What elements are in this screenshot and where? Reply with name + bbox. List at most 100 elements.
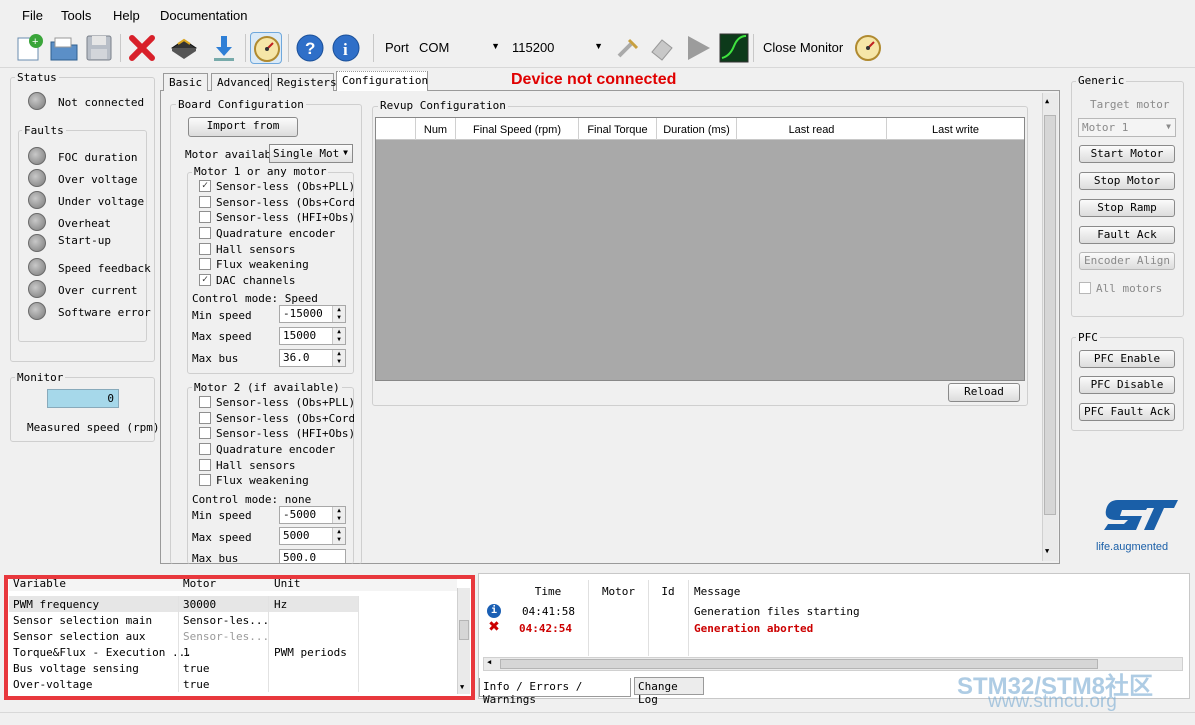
scroll-thumb[interactable] (1044, 115, 1056, 515)
download-icon[interactable] (208, 32, 240, 64)
tab-advanced[interactable]: Advanced (211, 73, 270, 91)
tab-basic[interactable]: Basic (163, 73, 208, 91)
scroll-left-icon[interactable]: ◀ (487, 658, 491, 666)
motor2-option-label: Sensor-less (HFI+Obs) (216, 427, 354, 440)
pfc-disable-button[interactable]: PFC Disable (1079, 376, 1175, 394)
motor2-max-speed-input[interactable]: 5000 ▲ ▼ (279, 527, 346, 545)
tab-info-errors[interactable]: Info / Errors / Warnings (479, 678, 631, 706)
motor2-option-checkbox[interactable] (199, 474, 211, 486)
oscilloscope-icon[interactable] (718, 32, 750, 64)
monitor-gauge-icon[interactable] (250, 32, 282, 64)
motor1-title: Motor 1 or any motor (192, 165, 329, 178)
menu-file[interactable]: File (22, 8, 43, 23)
highlight-box (4, 575, 475, 700)
reload-button[interactable]: Reload (948, 383, 1020, 402)
motor1-max-bus-input[interactable]: 36.0 ▲ ▼ (279, 349, 346, 367)
motor1-max-speed-value: 15000 (283, 329, 317, 342)
target-motor-select[interactable]: Motor 1 ▼ (1078, 118, 1176, 137)
motor1-min-speed-input[interactable]: -15000 ▲ ▼ (279, 305, 346, 323)
open-project-icon[interactable] (48, 32, 80, 64)
fault-label: Over current (58, 284, 138, 297)
motor1-option-label: Sensor-less (Obs+Cordic (216, 196, 354, 209)
play-icon[interactable] (682, 32, 714, 64)
revup-col-duration: Duration (ms) (663, 124, 730, 136)
motor2-option-checkbox[interactable] (199, 412, 211, 424)
motor1-option-checkbox[interactable] (199, 243, 211, 255)
faults-title: Faults (22, 124, 66, 137)
tab-scrollbar[interactable]: ▲ ▼ (1042, 93, 1058, 561)
generic-title: Generic (1076, 74, 1127, 87)
motor1-option-checkbox[interactable]: ✓ (199, 274, 211, 286)
start-motor-button[interactable]: Start Motor (1079, 145, 1175, 163)
info-icon: i (487, 604, 501, 618)
close-monitor-label[interactable]: Close Monitor (763, 40, 843, 55)
scroll-down-icon[interactable]: ▼ (1045, 547, 1049, 555)
baud-value: 115200 (512, 40, 555, 55)
motor1-option-checkbox[interactable] (199, 227, 211, 239)
motor1-option-label: Sensor-less (HFI+Obs) (216, 211, 354, 224)
tab-configuration[interactable]: Configuration (336, 71, 428, 91)
menu-documentation[interactable]: Documentation (160, 8, 247, 23)
status-title: Status (15, 71, 59, 84)
motor2-option-checkbox[interactable] (199, 443, 211, 455)
st-logo (1098, 496, 1180, 536)
delete-icon[interactable] (126, 32, 158, 64)
motor1-option-checkbox[interactable] (199, 196, 211, 208)
log-col-message: Message (694, 585, 741, 598)
motor2-min-speed-input[interactable]: -5000 ▲ ▼ (279, 506, 346, 524)
chip-icon[interactable] (168, 32, 200, 64)
spinner-icon[interactable]: ▲ ▼ (332, 507, 345, 523)
connection-state: Not connected (58, 96, 145, 109)
motor-available-select[interactable]: Single Mot ▼ (269, 144, 353, 163)
motor1-option-checkbox[interactable]: ✓ (199, 180, 211, 192)
motor1-option-label: Quadrature encoder (216, 227, 336, 240)
new-project-icon[interactable]: + (14, 32, 46, 64)
motor2-max-bus-input[interactable]: 500.0 (279, 549, 346, 563)
log-col-time: Time (534, 585, 562, 598)
revup-col-last-read: Last read (788, 124, 835, 136)
encoder-align-button[interactable]: Encoder Align (1079, 252, 1175, 270)
stop-ramp-button[interactable]: Stop Ramp (1079, 199, 1175, 217)
motor2-option-label: Quadrature encoder (216, 443, 336, 456)
close-monitor-gauge-icon[interactable] (852, 32, 884, 64)
port-select[interactable]: COM ▼ (414, 38, 504, 58)
motor2-option-checkbox[interactable] (199, 459, 211, 471)
motor2-option-checkbox[interactable] (199, 427, 211, 439)
connect-plug-icon[interactable] (611, 32, 643, 64)
st-tagline: life.augmented (1096, 541, 1169, 553)
fault-label: Overheat (58, 217, 111, 230)
revup-table (375, 117, 1025, 381)
spinner-icon[interactable]: ▲ ▼ (332, 306, 345, 322)
menu-help[interactable]: Help (113, 8, 140, 23)
all-motors-checkbox[interactable] (1079, 282, 1091, 294)
scroll-up-icon[interactable]: ▲ (1045, 97, 1049, 105)
baud-select[interactable]: 115200 ▼ (507, 38, 607, 58)
tab-registers[interactable]: Registers (271, 73, 337, 91)
motor1-option-checkbox[interactable] (199, 211, 211, 223)
motor2-option-checkbox[interactable] (199, 396, 211, 408)
motor1-max-bus-value: 36.0 (283, 351, 310, 364)
motor2-control-mode: Control mode: none (192, 493, 312, 506)
tab-change-log[interactable]: Change Log (634, 677, 704, 706)
fault-ack-button[interactable]: Fault Ack (1079, 226, 1175, 244)
motor2-option-label: Hall sensors (216, 459, 296, 472)
stop-motor-button[interactable]: Stop Motor (1079, 172, 1175, 190)
pfc-enable-button[interactable]: PFC Enable (1079, 350, 1175, 368)
info-icon[interactable]: i (330, 32, 362, 64)
help-icon[interactable]: ? (294, 32, 326, 64)
spinner-icon[interactable]: ▲ ▼ (332, 350, 345, 366)
pfc-fault-ack-button[interactable]: PFC Fault Ack (1079, 403, 1175, 421)
revup-col-num: Num (423, 124, 448, 136)
import-button[interactable]: Import from (188, 117, 298, 137)
motor1-max-speed-input[interactable]: 15000 ▲ ▼ (279, 327, 346, 345)
spinner-icon[interactable]: ▲ ▼ (332, 528, 345, 544)
motor1-min-speed-value: -15000 (283, 307, 323, 320)
fault-led-icon (28, 191, 46, 209)
save-icon[interactable] (83, 32, 115, 64)
eraser-icon[interactable] (646, 32, 678, 64)
menu-tools[interactable]: Tools (61, 8, 91, 23)
spinner-icon[interactable]: ▲ ▼ (332, 328, 345, 344)
log-message: Generation files starting (694, 605, 860, 618)
motor1-option-checkbox[interactable] (199, 258, 211, 270)
motor2-min-speed-label: Min speed (192, 509, 252, 522)
